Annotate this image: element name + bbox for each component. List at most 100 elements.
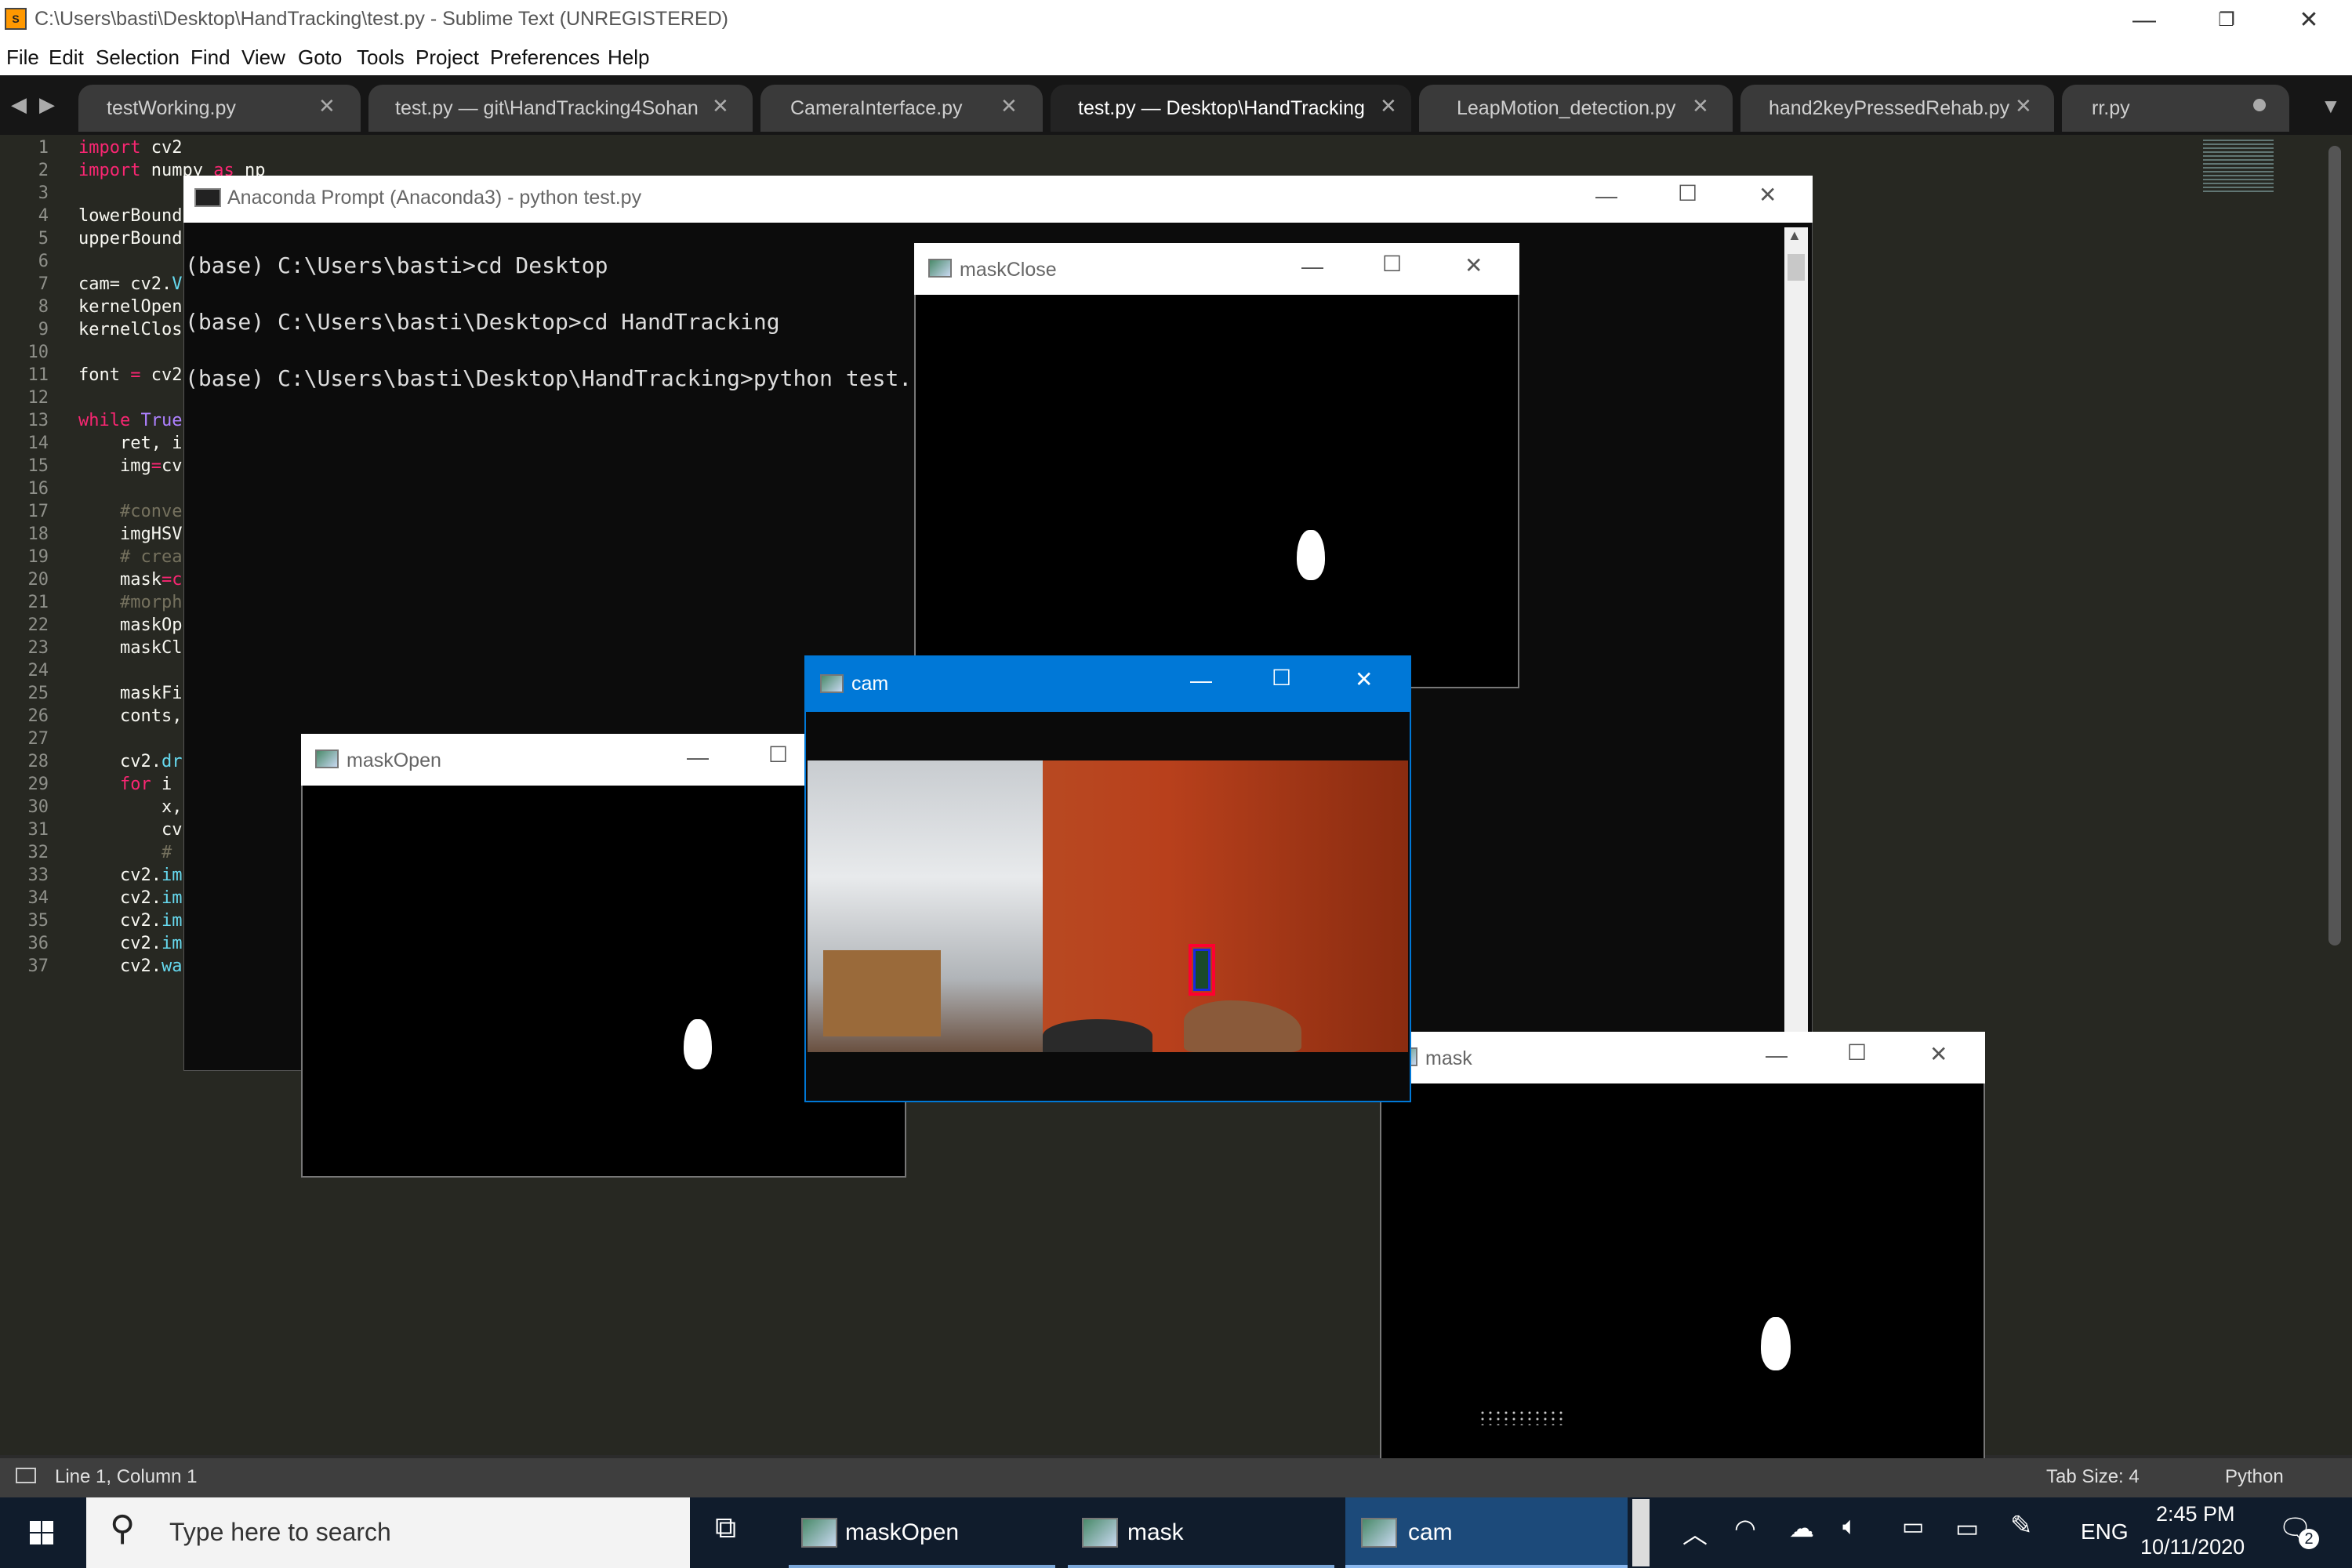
code-line: maskFi [78,684,183,703]
maximize-icon[interactable]: ☐ [768,742,788,768]
code-line: import cv2 [78,138,183,158]
windows-logo-icon [30,1521,41,1532]
line-number: 23 [27,638,49,658]
tab-overflow-icon[interactable]: ▼ [2321,94,2341,118]
minimize-icon[interactable]: — [687,745,709,770]
console-scrollbar[interactable] [1784,227,1808,1071]
show-hidden-icons-icon[interactable]: ︿ [1682,1515,1708,1551]
menu-file[interactable]: File [6,45,39,70]
search-icon: ⚲ [110,1509,136,1548]
line-number: 7 [38,274,49,294]
tab-label: test.py — git\HandTracking4Sohan [395,97,699,119]
opencv-window-icon [820,674,844,693]
menu-preferences[interactable]: Preferences [490,45,600,70]
close-icon[interactable]: ✕ [1355,666,1373,692]
maskclose-title: maskClose [960,259,1057,281]
line-number: 15 [27,456,49,476]
maximize-icon[interactable]: ☐ [1678,180,1697,206]
battery-icon[interactable]: ▭ [1955,1513,1979,1543]
code-line: maskCl [78,638,183,658]
tab-size[interactable]: Tab Size: 4 [2046,1466,2140,1488]
menu-find[interactable]: Find [191,45,230,70]
tab-close-icon[interactable]: ✕ [1000,94,1018,118]
tab-label: LeapMotion_detection.py [1457,97,1676,119]
maximize-icon[interactable]: ☐ [1847,1040,1867,1065]
minimap[interactable] [2203,140,2274,194]
restore-button[interactable]: ❐ [2187,0,2266,41]
maximize-icon[interactable]: ☐ [1272,665,1291,691]
taskbar-scroll[interactable] [1632,1499,1650,1566]
panel-toggle-icon[interactable] [16,1468,36,1483]
line-number: 36 [27,934,49,953]
code-line: cv2.im [78,888,183,908]
unsaved-dot-icon[interactable] [2253,99,2266,111]
code-line: #morph [78,593,183,612]
clock-time[interactable]: 2:45 PM [2156,1502,2235,1526]
line-number: 34 [27,888,49,908]
tab-label: rr.py [2092,97,2130,119]
line-number: 21 [27,593,49,612]
taskbar-app-label: maskOpen [845,1519,960,1545]
line-number: 8 [38,297,49,317]
tab-close-icon[interactable]: ✕ [318,94,336,118]
line-number: 16 [27,479,49,499]
onedrive-icon[interactable]: ☁ [1789,1513,1814,1543]
tab-close-icon[interactable]: ✕ [1380,94,1397,118]
minimize-icon[interactable]: — [1595,183,1617,209]
minimize-icon[interactable]: — [1190,668,1212,693]
start-button[interactable] [0,1497,86,1568]
maximize-icon[interactable]: ☐ [1382,251,1402,277]
cam-title: cam [851,673,889,695]
code-line: kernelClos [78,320,183,339]
line-number: 29 [27,775,49,794]
tab-close-icon[interactable]: ✕ [1692,94,1709,118]
wifi-icon[interactable]: ◠ [1734,1513,1756,1543]
line-number: 30 [27,797,49,817]
tab-label: test.py — Desktop\HandTracking [1078,97,1365,119]
task-view-icon[interactable]: ⧉ [715,1512,736,1545]
mask-window[interactable] [1380,1032,1985,1475]
minimize-icon[interactable]: — [1301,254,1323,279]
menu-goto[interactable]: Goto [298,45,342,70]
terminal-icon [194,188,221,207]
volume-muted-icon[interactable]: 🔈︎ [1842,1512,1857,1541]
menu-view[interactable]: View [241,45,285,70]
line-number: 17 [27,502,49,521]
tab-next-icon[interactable]: ▶ [39,93,55,117]
close-icon[interactable]: ✕ [1929,1041,1947,1067]
minimize-icon[interactable]: — [1766,1043,1788,1068]
menu-tools[interactable]: Tools [357,45,405,70]
tab-close-icon[interactable]: ✕ [712,94,729,118]
menu-project[interactable]: Project [416,45,479,70]
clock-date[interactable]: 10/11/2020 [2140,1535,2245,1559]
language-indicator[interactable]: ENG [2081,1519,2129,1544]
line-number: 20 [27,570,49,590]
line-number: 35 [27,911,49,931]
tab-close-icon[interactable]: ✕ [2015,94,2032,118]
hand-mask-blob [1761,1317,1791,1370]
menu-selection[interactable]: Selection [96,45,180,70]
scroll-up-icon[interactable]: ▲ [1788,227,1802,244]
tab-prev-icon[interactable]: ◀ [11,93,27,117]
code-line: maskOp [78,615,183,635]
editor-scrollbar[interactable] [2328,146,2341,946]
line-number: 18 [27,524,49,544]
line-number: 25 [27,684,49,703]
menu-edit[interactable]: Edit [49,45,84,70]
anaconda-title: Anaconda Prompt (Anaconda3) - python tes… [227,187,642,209]
maskclose-window[interactable] [914,243,1519,688]
line-number: 2 [38,161,49,180]
menu-help[interactable]: Help [608,45,649,70]
code-line: cv2.im [78,911,183,931]
close-icon[interactable]: ✕ [1759,182,1777,208]
cam-title-bar[interactable] [804,655,1411,712]
minimize-button[interactable]: — [2105,0,2183,41]
code-line: ret, i [78,434,183,453]
syntax-selector[interactable]: Python [2225,1466,2284,1488]
console-scroll-thumb[interactable] [1788,254,1805,281]
pen-icon[interactable]: ✎ [2010,1510,2033,1541]
close-button[interactable]: ✕ [2270,0,2348,41]
code-line: # crea [78,547,183,567]
close-icon[interactable]: ✕ [1465,252,1483,278]
security-icon[interactable]: ▭ [1902,1513,1924,1541]
